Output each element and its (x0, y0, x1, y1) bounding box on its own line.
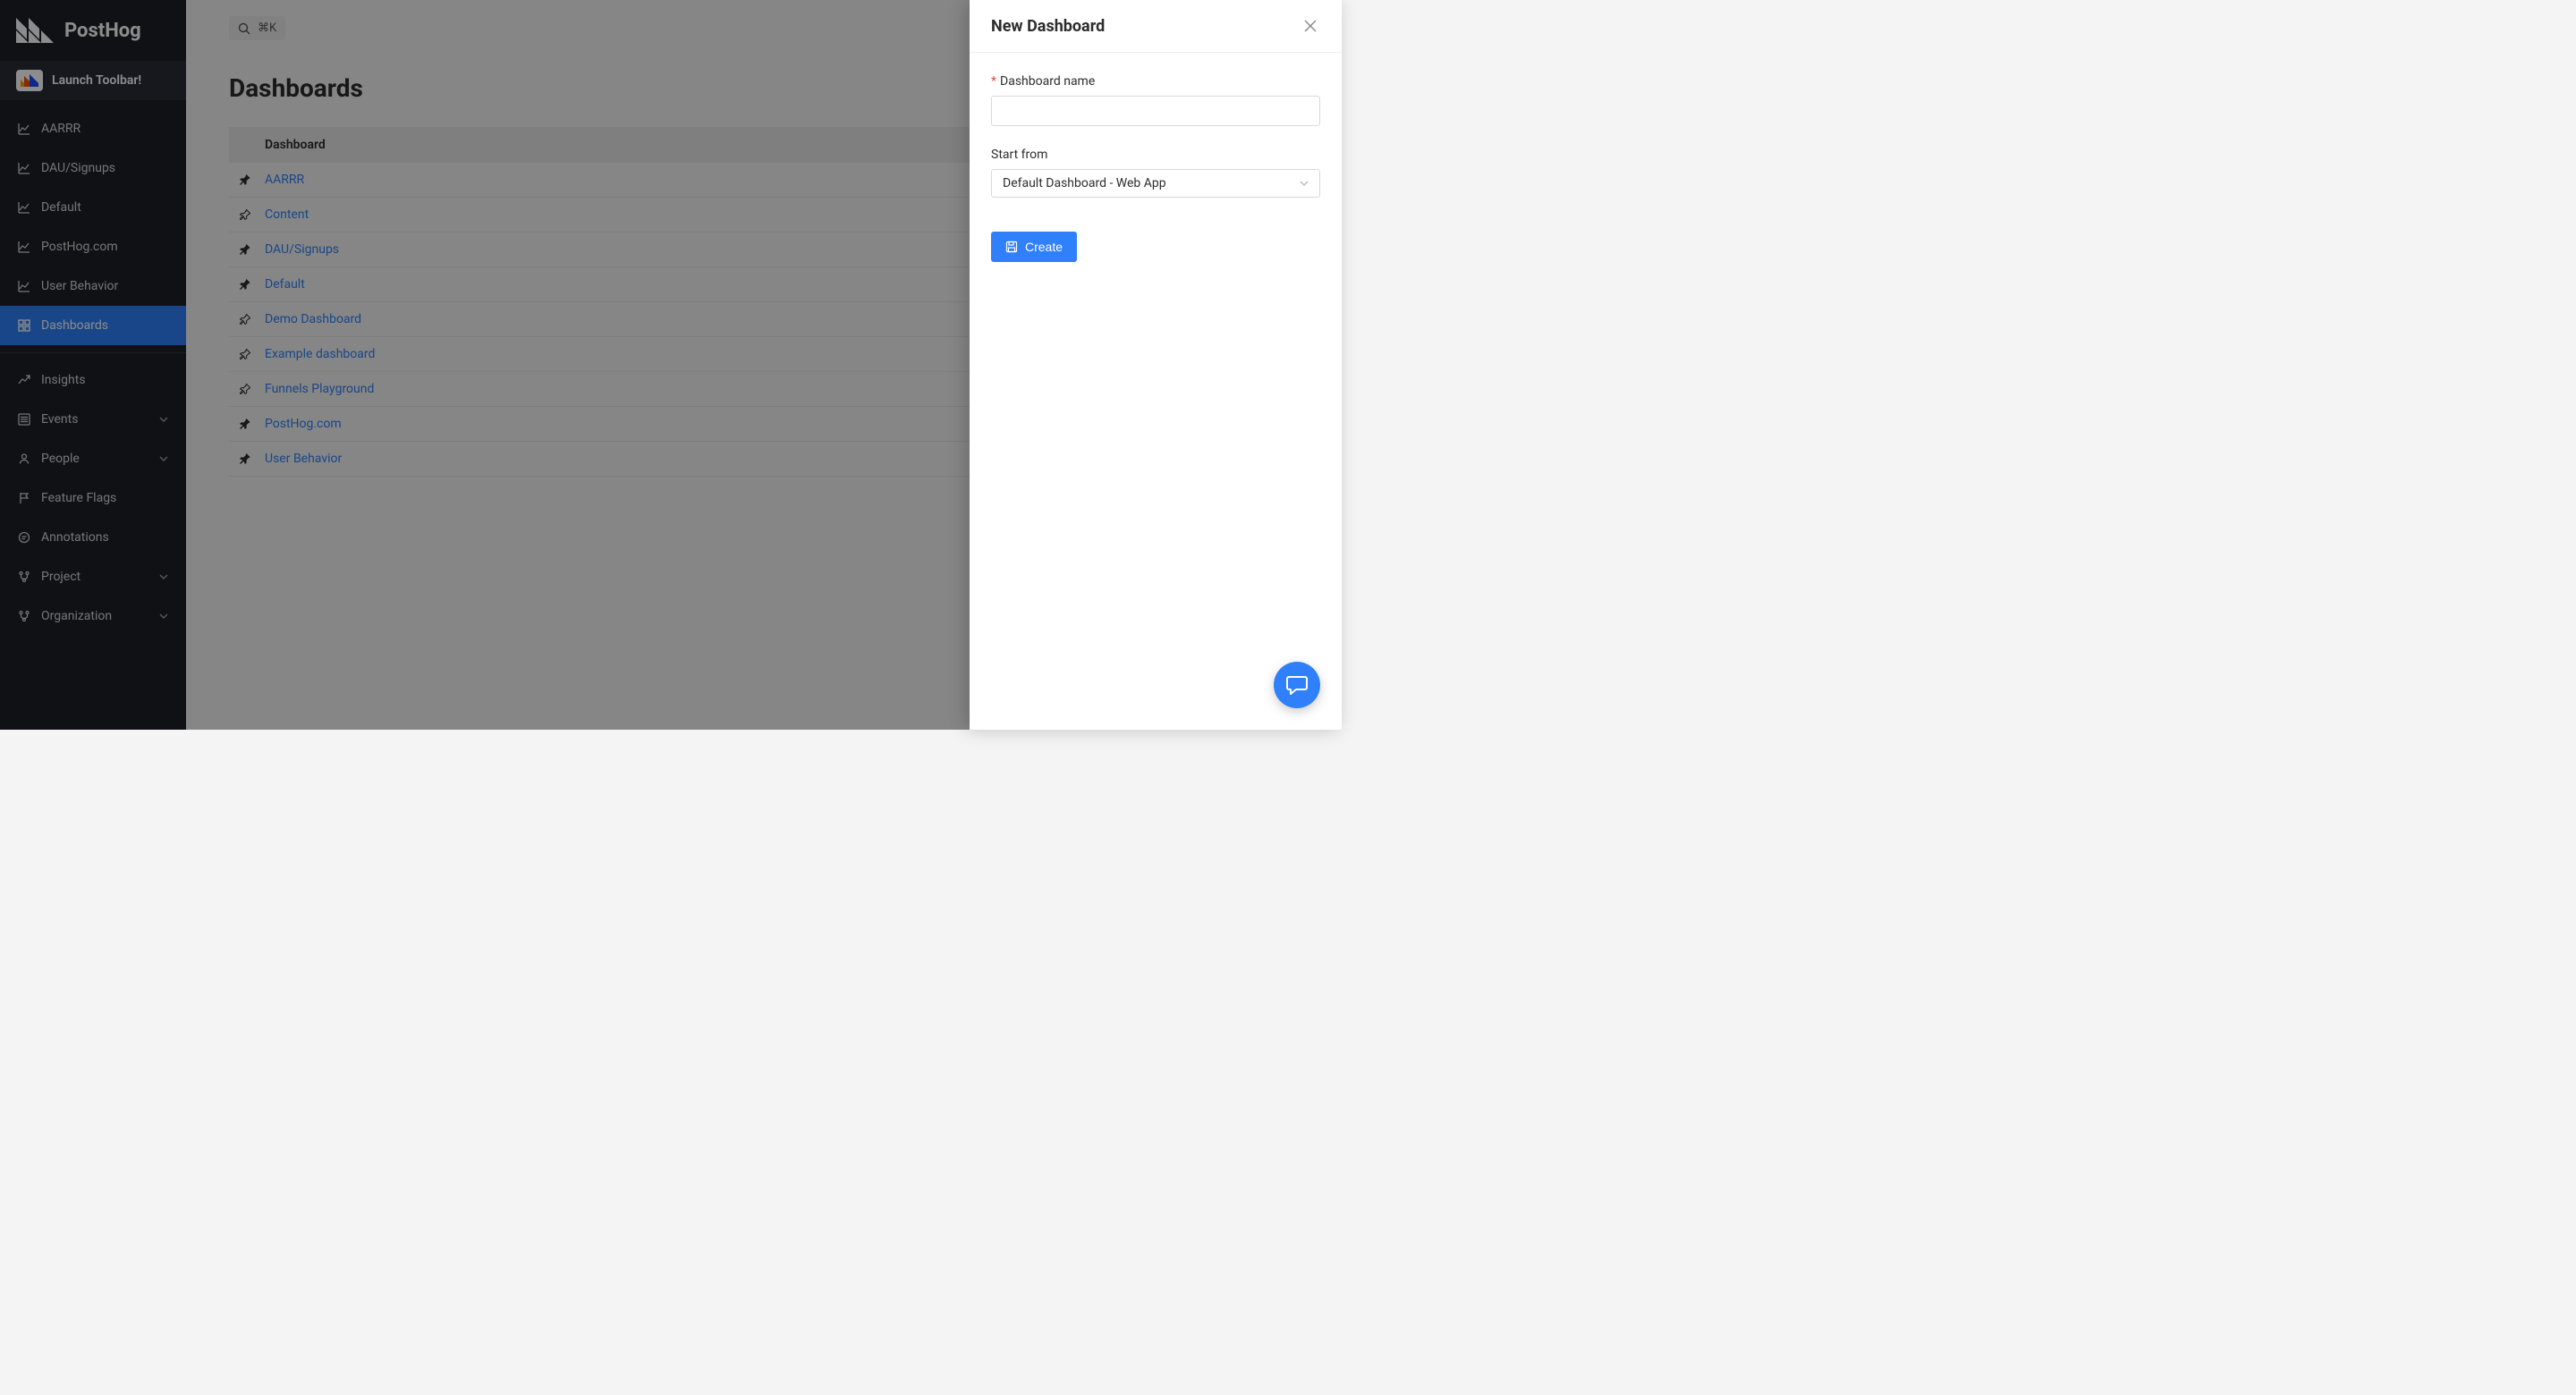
dashboard-name-label: *Dashboard name (991, 74, 1320, 89)
start-from-value: Default Dashboard - Web App (1003, 176, 1166, 190)
start-from-label: Start from (991, 148, 1320, 162)
chat-support-button[interactable] (1274, 662, 1320, 708)
drawer-title: New Dashboard (991, 17, 1105, 36)
save-icon (1005, 241, 1018, 253)
close-icon[interactable] (1301, 16, 1320, 36)
required-asterisk: * (991, 74, 996, 89)
new-dashboard-drawer: New Dashboard *Dashboard name Start from… (970, 0, 1342, 730)
drawer-body: *Dashboard name Start from Default Dashb… (970, 53, 1342, 283)
chevron-down-icon (1300, 181, 1309, 186)
start-from-select[interactable]: Default Dashboard - Web App (991, 169, 1320, 198)
chat-icon (1285, 673, 1309, 697)
create-button[interactable]: Create (991, 232, 1077, 262)
drawer-header: New Dashboard (970, 0, 1342, 53)
create-button-label: Create (1025, 240, 1063, 254)
dashboard-name-input[interactable] (991, 96, 1320, 126)
